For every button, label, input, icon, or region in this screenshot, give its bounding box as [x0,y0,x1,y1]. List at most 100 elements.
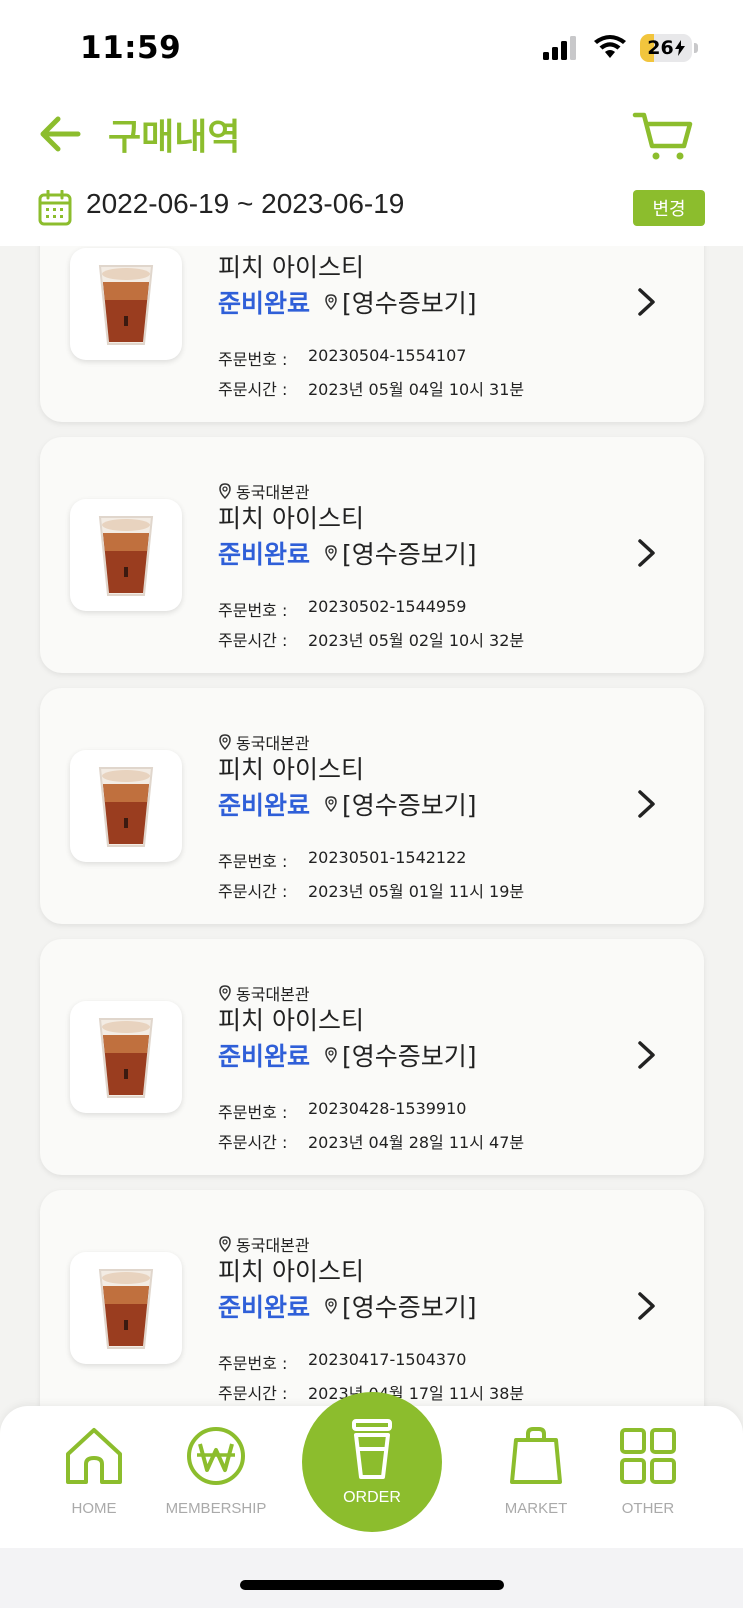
date-range: 2022-06-19 ~ 2023-06-19 [86,188,405,219]
product-thumbnail [70,750,182,862]
order-time-row: 주문시간 : 2023년 05월 04일 10시 31분 [218,376,524,400]
status-bar: 11:59 26 [0,0,743,96]
status-line: 준비완료 [영수증보기] [218,284,477,320]
nav-other[interactable]: OTHER [588,1424,708,1534]
product-thumbnail [70,248,182,360]
status-line: 준비완료 [영수증보기] [218,1288,477,1324]
back-arrow-icon[interactable] [36,110,84,158]
location-pin-icon [325,1298,337,1314]
order-list[interactable]: 피치 아이스티 준비완료 [영수증보기] 주문번호 :20230504-1554107… [0,246,743,1408]
order-time-label: 주문시간 : [218,882,288,901]
order-status: 준비완료 [218,289,311,318]
status-line: 준비완료 [영수증보기] [218,1037,477,1073]
chevron-right-icon [638,790,655,818]
receipt-link[interactable]: [영수증보기] [324,1037,477,1073]
order-number-row: 주문번호 : 20230428-1539910 [218,1099,466,1123]
order-number-label: 주문번호 : [218,1354,288,1373]
product-thumbnail [70,1252,182,1364]
iced-tea-image [98,767,154,847]
change-date-button[interactable]: 변경 [633,190,705,226]
chevron-right-icon [638,288,655,316]
order-number-row: 주문번호 : 20230502-1544959 [218,597,466,621]
order-time: 2023년 04월 28일 11시 47분 [308,1133,525,1152]
order-number-label: 주문번호 : [218,852,288,871]
status-time: 11:59 [80,30,182,66]
order-status: 준비완료 [218,540,311,569]
chevron-right-icon [638,1292,655,1320]
nav-home[interactable]: HOME [34,1424,154,1534]
product-name: 피치 아이스티 [218,504,364,533]
page-title: 구매내역 [108,117,241,158]
receipt-link[interactable]: [영수증보기] [324,535,477,571]
order-number-row: 주문번호 : 20230417-1504370 [218,1350,466,1374]
header: 구매내역 2022-06-19 ~ 2023-06-19 변경 [0,96,743,246]
location-pin-icon [325,796,337,812]
receipt-link-label: [영수증보기] [342,1293,477,1322]
home-indicator[interactable] [240,1580,504,1590]
order-number: 20230417-1504370 [308,1350,467,1369]
product-thumbnail [70,499,182,611]
battery-level: 26 [647,37,674,59]
nav-membership[interactable]: MEMBERSHIP [156,1424,276,1534]
won-coin-icon [187,1427,245,1485]
order-number-label: 주문번호 : [218,1103,288,1122]
order-number-row: 주문번호 : 20230501-1542122 [218,848,466,872]
nav-market[interactable]: MARKET [476,1424,596,1534]
shopping-bag-icon [510,1427,562,1484]
order-card[interactable]: 동국대본관 피치 아이스티 준비완료 [영수증보기] 주문번호 :20230501-15… [40,688,704,924]
nav-other-label: OTHER [621,1500,675,1517]
receipt-link-label: [영수증보기] [342,289,477,318]
wifi-icon [594,35,626,58]
order-status: 준비완료 [218,791,311,820]
status-line: 준비완료 [영수증보기] [218,535,477,571]
nav-market-label: MARKET [504,1500,568,1517]
calendar-icon [38,190,72,226]
location-pin-icon [325,1047,337,1063]
location-pin-icon [325,545,337,561]
location-pin-icon [325,294,337,310]
nav-membership-label: MEMBERSHIP [165,1500,267,1517]
date-filter-row: 2022-06-19 ~ 2023-06-19 변경 [0,188,743,238]
order-number: 20230504-1554107 [308,346,467,365]
product-name: 피치 아이스티 [218,1006,364,1035]
home-icon [66,1428,122,1484]
order-time-row: 주문시간 : 2023년 04월 28일 11시 47분 [218,1129,524,1153]
cart-icon[interactable] [632,110,694,162]
battery-cap [694,43,698,53]
charging-bolt-icon [674,40,685,56]
order-card[interactable]: 동국대본관 피치 아이스티 준비완료 [영수증보기] 주문번호 :20230417-15… [40,1190,704,1408]
product-name: 피치 아이스티 [218,253,364,282]
receipt-link[interactable]: [영수증보기] [324,786,477,822]
home-indicator-area [0,1548,743,1608]
chevron-right-icon [638,1041,655,1069]
order-time-label: 주문시간 : [218,1133,288,1152]
receipt-link-label: [영수증보기] [342,791,477,820]
order-card[interactable]: 동국대본관 피치 아이스티 준비완료 [영수증보기] 주문번호 :20230502-15… [40,437,704,673]
order-time-row: 주문시간 : 2023년 05월 02일 10시 32분 [218,627,524,651]
nav-home-label: HOME [71,1500,117,1517]
order-time-label: 주문시간 : [218,380,288,399]
receipt-link-label: [영수증보기] [342,1042,477,1071]
iced-tea-image [98,1018,154,1098]
receipt-link[interactable]: [영수증보기] [324,1288,477,1324]
order-status: 준비완료 [218,1293,311,1322]
order-number-label: 주문번호 : [218,350,288,369]
product-thumbnail [70,1001,182,1113]
location-pin-icon [219,1236,231,1252]
order-card[interactable]: 동국대본관 피치 아이스티 준비완료 [영수증보기] 주문번호 :20230428-15… [40,939,704,1175]
chevron-right-icon [638,539,655,567]
status-line: 준비완료 [영수증보기] [218,786,477,822]
order-card[interactable]: 피치 아이스티준비완료 [영수증보기] 주문번호 : 20230504-1554107… [40,246,704,422]
order-number-label: 주문번호 : [218,601,288,620]
signal-icon [543,36,576,60]
receipt-link-label: [영수증보기] [342,540,477,569]
product-name: 피치 아이스티 [218,1257,364,1286]
order-button[interactable]: ORDER [302,1392,442,1532]
iced-tea-image [98,265,154,345]
iced-tea-image [98,1269,154,1349]
order-number: 20230428-1539910 [308,1099,467,1118]
order-time: 2023년 05월 02일 10시 32분 [308,631,525,650]
receipt-link[interactable]: [영수증보기] [324,284,477,320]
order-time-label: 주문시간 : [218,1384,288,1403]
order-number: 20230501-1542122 [308,848,467,867]
